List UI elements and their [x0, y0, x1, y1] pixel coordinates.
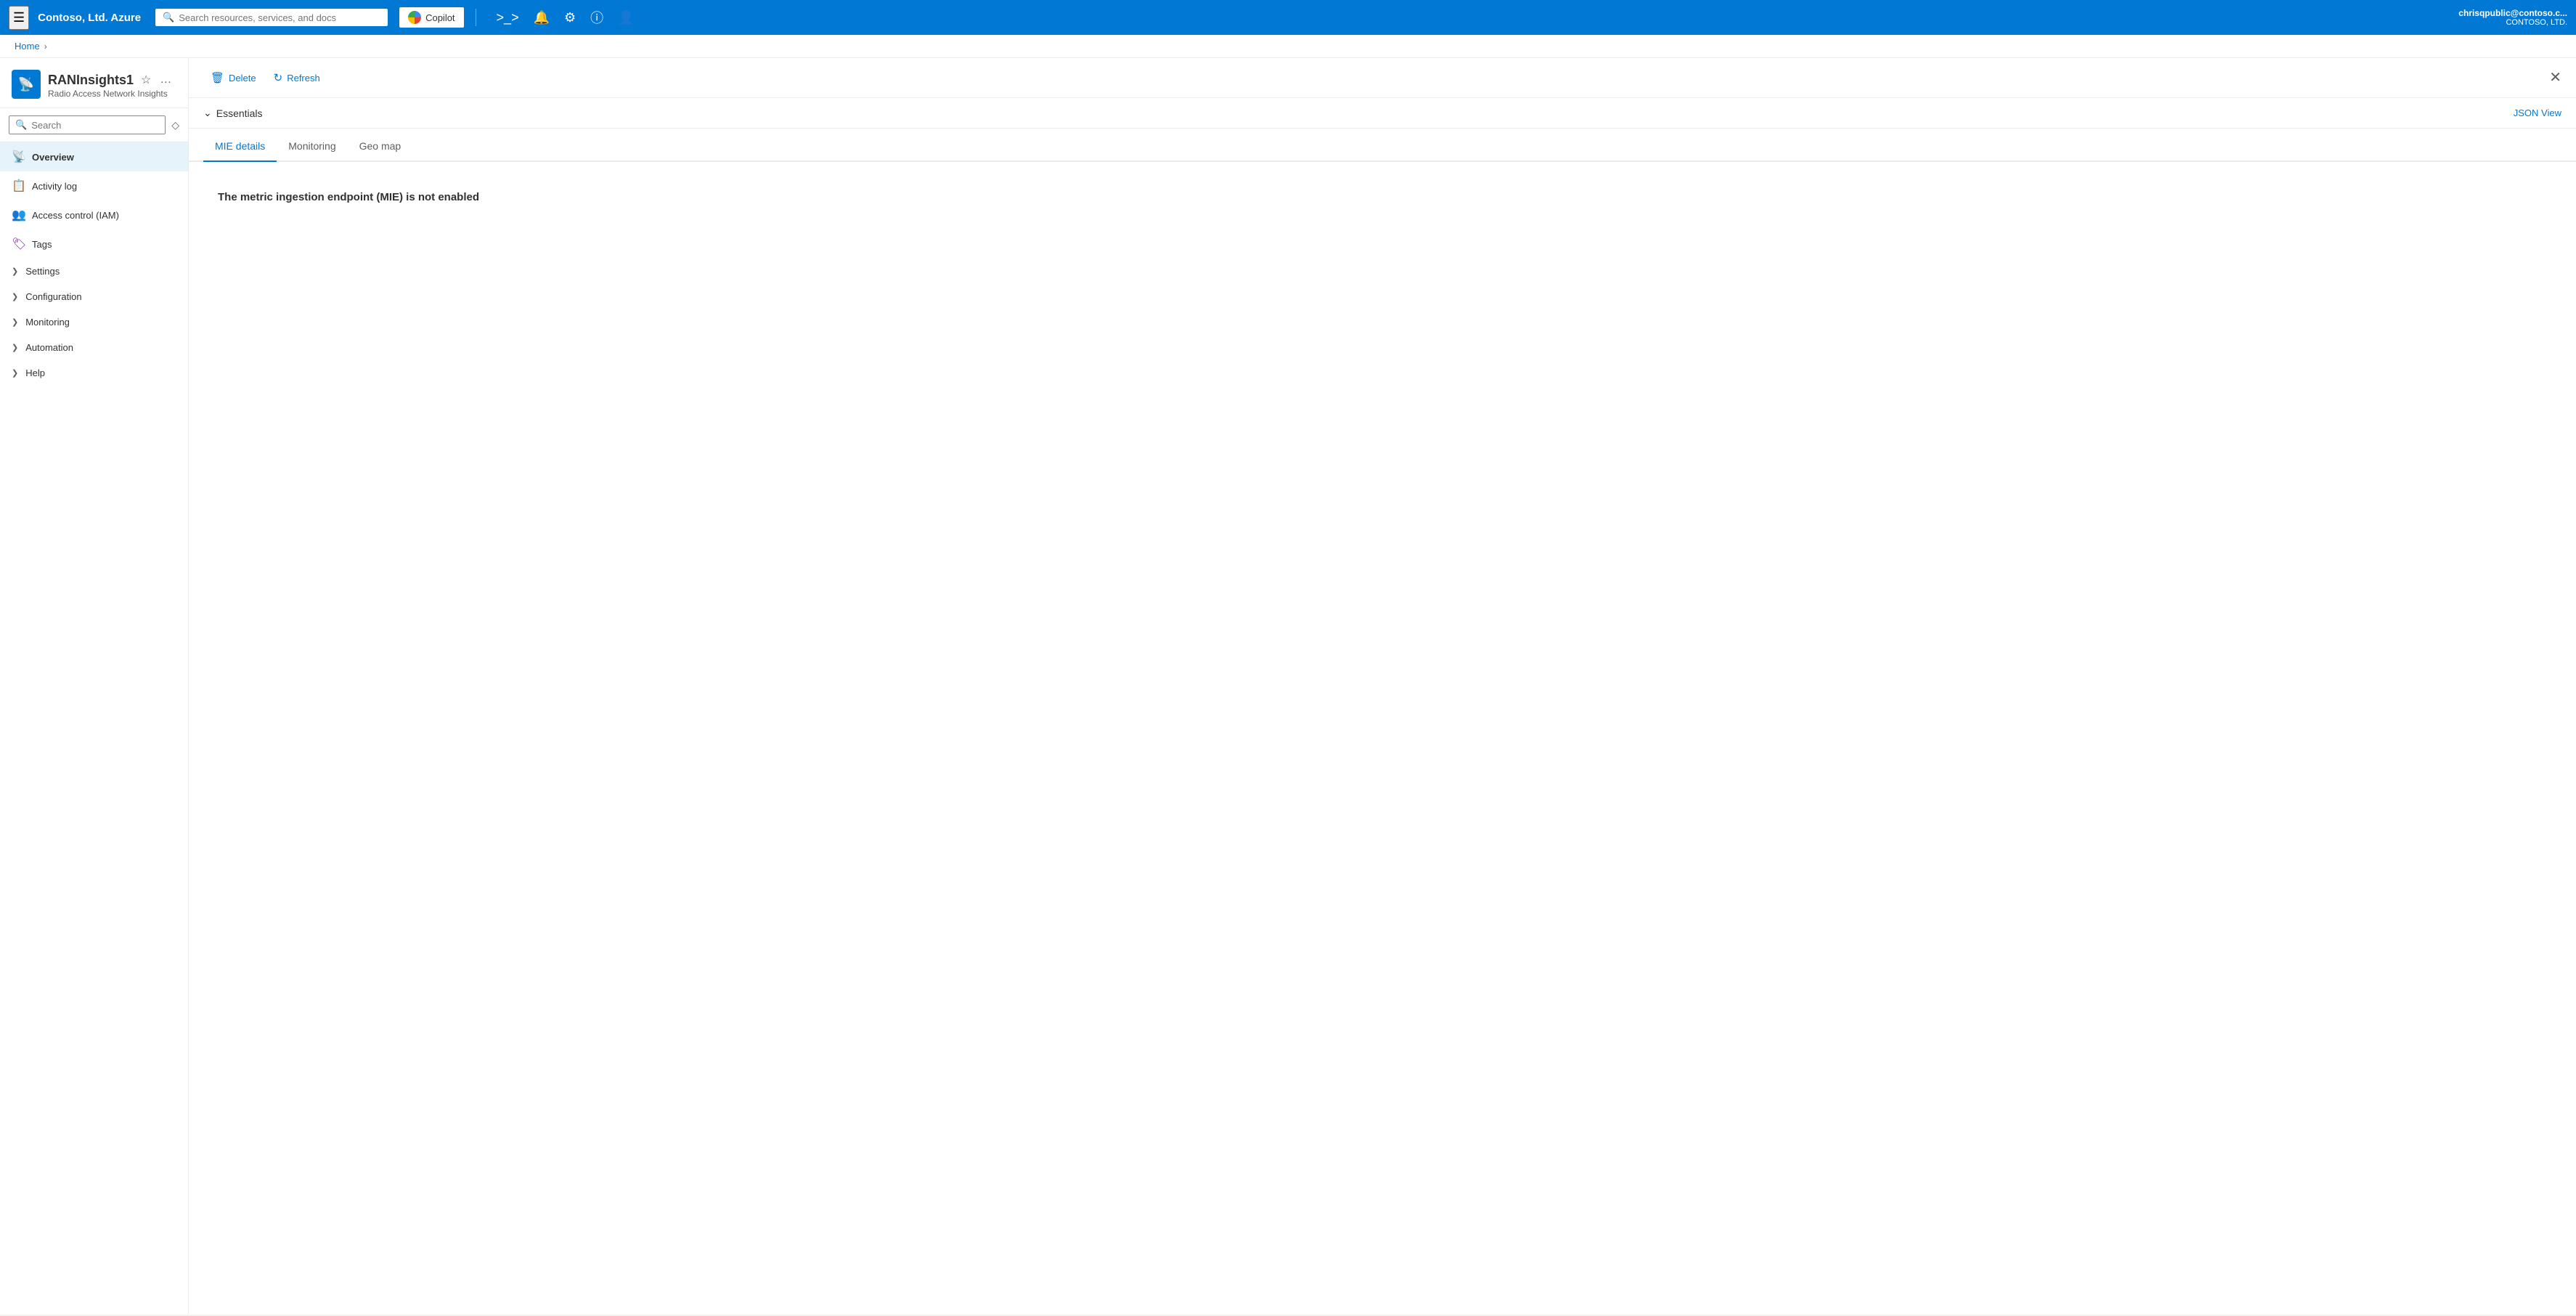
resource-name: RANInsights1 — [48, 73, 134, 88]
tab-monitoring[interactable]: Monitoring — [277, 131, 347, 162]
close-button[interactable]: ✕ — [2549, 68, 2561, 86]
sidebar-item-automation[interactable]: ❯ Automation — [0, 335, 188, 360]
tab-mie-details-label: MIE details — [215, 140, 265, 152]
notifications-button[interactable]: 🔔 — [528, 7, 555, 28]
refresh-label: Refresh — [287, 73, 320, 84]
tab-mie-details[interactable]: MIE details — [203, 131, 277, 162]
sidebar-item-access-control[interactable]: 👥 Access control (IAM) — [0, 200, 188, 230]
essentials-label: Essentials — [216, 107, 263, 119]
more-options-button[interactable]: … — [158, 72, 173, 88]
sidebar-item-monitoring-label: Monitoring — [25, 317, 176, 328]
sidebar-item-help[interactable]: ❯ Help — [0, 360, 188, 386]
feedback-button[interactable]: 👤 — [612, 7, 640, 28]
sidebar-item-activity-log-label: Activity log — [32, 181, 176, 192]
sidebar-item-tags-label: Tags — [32, 239, 176, 250]
sidebar-item-activity-log[interactable]: 📋 Activity log — [0, 171, 188, 200]
delete-label: Delete — [229, 73, 256, 84]
sidebar-item-configuration[interactable]: ❯ Configuration — [0, 284, 188, 309]
sidebar: 📡 RANInsights1 ☆ … Radio Access Network … — [0, 58, 189, 1315]
sidebar-item-tags[interactable]: 🏷 Tags — [0, 230, 188, 259]
user-org: CONTOSO, LTD. — [2458, 18, 2567, 27]
sidebar-search-row: 🔍 ◇ « — [0, 108, 188, 142]
help-chevron-icon: ❯ — [12, 368, 18, 378]
search-icon: 🔍 — [163, 12, 174, 23]
sidebar-search-input[interactable] — [31, 120, 159, 131]
sidebar-item-overview[interactable]: 📡 Overview — [0, 142, 188, 171]
tab-geo-map-label: Geo map — [359, 140, 402, 152]
cloud-shell-button[interactable]: >_> — [491, 7, 525, 28]
tab-monitoring-label: Monitoring — [288, 140, 335, 152]
overview-icon: 📡 — [12, 150, 25, 164]
breadcrumb-separator: › — [44, 41, 47, 52]
automation-chevron-icon: ❯ — [12, 343, 18, 352]
configuration-chevron-icon: ❯ — [12, 292, 18, 301]
top-navigation: ☰ Contoso, Ltd. Azure 🔍 Copilot >_> 🔔 ⚙ … — [0, 0, 2576, 35]
brand-name: Contoso, Ltd. Azure — [38, 12, 141, 24]
pin-button[interactable]: ◇ — [168, 116, 182, 134]
breadcrumb: Home › — [0, 35, 2576, 58]
settings-button[interactable]: ⚙ — [558, 7, 582, 28]
sidebar-search-box: 🔍 — [9, 115, 166, 134]
hamburger-menu[interactable]: ☰ — [9, 6, 29, 30]
resource-icon: 📡 — [12, 70, 41, 99]
copilot-label: Copilot — [425, 12, 455, 23]
user-email: chrisqpublic@contoso.c... — [2458, 8, 2567, 18]
sidebar-nav: 📡 Overview 📋 Activity log 👥 Access contr… — [0, 142, 188, 1315]
tab-geo-map[interactable]: Geo map — [348, 131, 413, 162]
tags-icon: 🏷 — [12, 237, 25, 251]
json-view-link[interactable]: JSON View — [2514, 107, 2561, 118]
sidebar-item-overview-label: Overview — [32, 152, 176, 163]
sidebar-item-help-label: Help — [25, 367, 176, 378]
resource-type: Radio Access Network Insights — [48, 89, 173, 99]
refresh-icon: ↻ — [274, 71, 283, 84]
sidebar-item-settings[interactable]: ❯ Settings — [0, 259, 188, 284]
copilot-button[interactable]: Copilot — [399, 7, 463, 28]
sidebar-item-access-control-label: Access control (IAM) — [32, 210, 176, 221]
delete-icon: 🗑 — [211, 71, 224, 84]
sidebar-item-monitoring[interactable]: ❯ Monitoring — [0, 309, 188, 335]
refresh-button[interactable]: ↻ Refresh — [266, 67, 327, 89]
nav-icon-group: >_> 🔔 ⚙ ⓘ 👤 — [491, 5, 640, 30]
access-control-icon: 👥 — [12, 208, 25, 222]
toolbar: 🗑 Delete ↻ Refresh — [189, 58, 2576, 98]
activity-log-icon: 📋 — [12, 179, 25, 193]
help-button[interactable]: ⓘ — [584, 5, 609, 30]
main-layout: 📡 RANInsights1 ☆ … Radio Access Network … — [0, 58, 2576, 1315]
mie-disabled-message: The metric ingestion endpoint (MIE) is n… — [218, 191, 2547, 203]
tab-content-mie-details: The metric ingestion endpoint (MIE) is n… — [189, 162, 2576, 232]
svg-text:📡: 📡 — [18, 76, 34, 92]
copilot-logo-icon — [408, 11, 421, 24]
essentials-chevron-icon: ⌄ — [203, 107, 212, 119]
content-area: ✕ 🗑 Delete ↻ Refresh ⌄ Essentials JSON V… — [189, 58, 2576, 1315]
tabs-row: MIE details Monitoring Geo map — [189, 131, 2576, 162]
settings-chevron-icon: ❯ — [12, 267, 18, 276]
monitoring-chevron-icon: ❯ — [12, 317, 18, 327]
ran-icon-svg: 📡 — [13, 71, 39, 97]
resource-title-block: RANInsights1 ☆ … Radio Access Network In… — [48, 70, 173, 99]
user-account[interactable]: chrisqpublic@contoso.c... CONTOSO, LTD. — [2458, 8, 2567, 27]
resource-header: 📡 RANInsights1 ☆ … Radio Access Network … — [0, 58, 188, 108]
sidebar-item-configuration-label: Configuration — [25, 291, 176, 302]
sidebar-item-settings-label: Settings — [25, 266, 176, 277]
sidebar-item-automation-label: Automation — [25, 342, 176, 353]
global-search-input[interactable] — [179, 12, 338, 23]
favorite-button[interactable]: ☆ — [139, 71, 152, 89]
global-search-box: 🔍 — [155, 9, 388, 26]
sidebar-search-icon: 🔍 — [15, 119, 27, 131]
breadcrumb-home[interactable]: Home — [15, 41, 40, 52]
delete-button[interactable]: 🗑 Delete — [203, 67, 264, 89]
resource-title-actions: RANInsights1 ☆ … — [48, 71, 173, 89]
essentials-section: ⌄ Essentials JSON View — [189, 98, 2576, 129]
essentials-toggle[interactable]: ⌄ Essentials — [203, 107, 263, 119]
